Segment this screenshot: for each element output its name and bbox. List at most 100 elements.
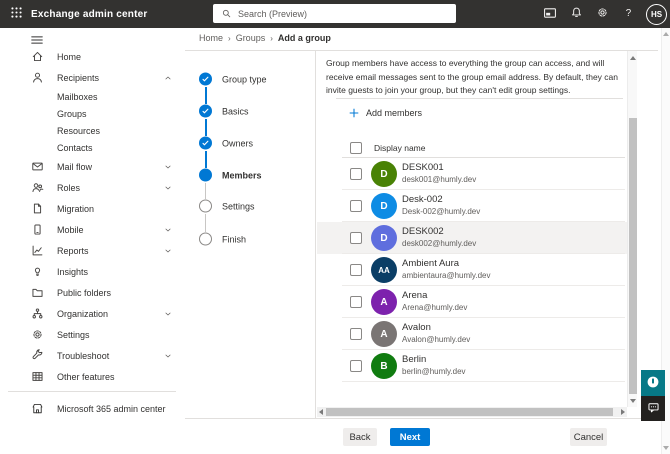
notifications-button[interactable] bbox=[568, 6, 584, 22]
sidebar-item-groups[interactable]: Groups bbox=[0, 105, 185, 122]
sidebar: Home Recipients Mailboxes Groups Resourc… bbox=[0, 28, 185, 454]
sidebar-item-label: Insights bbox=[57, 267, 88, 277]
panel-vertical-scrollbar[interactable] bbox=[627, 51, 637, 407]
cancel-label: Cancel bbox=[574, 432, 604, 443]
sidebar-item-label: Migration bbox=[57, 204, 94, 214]
members-table: Display name D DESK001 desk001@humly.dev… bbox=[317, 139, 627, 382]
sidebar-item-other-features[interactable]: Other features bbox=[0, 366, 185, 387]
row-checkbox[interactable] bbox=[350, 200, 362, 212]
sidebar-item-label: Troubleshoot bbox=[57, 351, 109, 361]
breadcrumb-item-home[interactable]: Home bbox=[199, 33, 223, 43]
row-checkbox[interactable] bbox=[350, 296, 362, 308]
person-icon bbox=[30, 71, 44, 84]
help-button[interactable]: ? bbox=[620, 6, 636, 22]
member-row[interactable]: D DESK001 desk001@humly.dev bbox=[317, 158, 627, 190]
sidebar-item-resources[interactable]: Resources bbox=[0, 122, 185, 139]
avatar: B bbox=[371, 353, 397, 379]
sidebar-item-contacts[interactable]: Contacts bbox=[0, 139, 185, 156]
sidebar-item-insights[interactable]: Insights bbox=[0, 261, 185, 282]
step-connector bbox=[205, 214, 206, 232]
picture-in-picture-icon bbox=[543, 6, 557, 23]
avatar: A bbox=[371, 321, 397, 347]
back-label: Back bbox=[349, 432, 370, 443]
sidebar-item-mailboxes[interactable]: Mailboxes bbox=[0, 88, 185, 105]
member-row[interactable]: A Avalon Avalon@humly.dev bbox=[317, 318, 627, 350]
next-button[interactable]: Next bbox=[390, 428, 430, 446]
row-checkbox[interactable] bbox=[350, 168, 362, 180]
row-checkbox[interactable] bbox=[350, 264, 362, 276]
wizard-step-group-type[interactable]: Group type bbox=[185, 73, 267, 86]
member-row[interactable]: A Arena Arena@humly.dev bbox=[317, 286, 627, 318]
step-connector bbox=[205, 119, 207, 136]
table-header-row: Display name bbox=[317, 139, 627, 158]
panel-horizontal-scrollbar[interactable] bbox=[317, 407, 627, 417]
sidebar-item-organization[interactable]: Organization bbox=[0, 303, 185, 324]
member-row[interactable]: AA Ambient Aura ambientaura@humly.dev bbox=[317, 254, 627, 286]
cancel-button[interactable]: Cancel bbox=[570, 428, 607, 446]
wizard-step-basics[interactable]: Basics bbox=[185, 105, 249, 118]
horizontal-scroll-thumb[interactable] bbox=[326, 408, 613, 416]
member-name: DESK001 bbox=[402, 162, 444, 173]
settings-button[interactable] bbox=[594, 6, 610, 22]
breadcrumb-separator: › bbox=[228, 34, 231, 43]
select-all-checkbox[interactable] bbox=[350, 142, 362, 154]
exchange-admin-center-window: Exchange admin center Search (Preview) ?… bbox=[0, 0, 670, 454]
home-icon bbox=[30, 50, 44, 63]
support-icon bbox=[645, 374, 661, 393]
whats-new-button[interactable] bbox=[542, 6, 558, 22]
help-widget-button[interactable] bbox=[641, 370, 665, 396]
wizard-step-owners[interactable]: Owners bbox=[185, 137, 253, 150]
sidebar-item-roles[interactable]: Roles bbox=[0, 177, 185, 198]
member-row[interactable]: B Berlin berlin@humly.dev bbox=[317, 350, 627, 382]
wizard-step-settings[interactable]: Settings bbox=[185, 200, 255, 213]
member-email: ambientaura@humly.dev bbox=[402, 271, 490, 280]
step-connector bbox=[205, 87, 207, 104]
member-row[interactable]: D DESK002 desk002@humly.dev bbox=[317, 222, 627, 254]
scroll-right-button[interactable] bbox=[621, 409, 625, 415]
scroll-down-button[interactable] bbox=[630, 399, 636, 403]
mobile-icon bbox=[30, 223, 44, 236]
sidebar-item-mobile[interactable]: Mobile bbox=[0, 219, 185, 240]
breadcrumb-item-add-a-group: Add a group bbox=[278, 33, 331, 43]
page-scroll-down-button[interactable] bbox=[663, 446, 669, 450]
scroll-left-button[interactable] bbox=[319, 409, 323, 415]
page-scroll-up-button[interactable] bbox=[663, 32, 669, 36]
column-header-display-name: Display name bbox=[374, 143, 426, 153]
vertical-scroll-thumb[interactable] bbox=[629, 118, 637, 394]
sidebar-item-migration[interactable]: Migration bbox=[0, 198, 185, 219]
sidebar-item-troubleshoot[interactable]: Troubleshoot bbox=[0, 345, 185, 366]
app-launcher-button[interactable] bbox=[2, 0, 30, 28]
folder-icon bbox=[30, 286, 44, 299]
sidebar-item-home[interactable]: Home bbox=[0, 46, 185, 67]
wizard-step-finish[interactable]: Finish bbox=[185, 233, 246, 246]
member-email: desk002@humly.dev bbox=[402, 239, 476, 248]
scroll-up-button[interactable] bbox=[630, 56, 636, 60]
step-label: Group type bbox=[222, 74, 267, 84]
search-input[interactable]: Search (Preview) bbox=[213, 4, 456, 23]
sidebar-item-m365-admin-center[interactable]: Microsoft 365 admin center bbox=[0, 398, 185, 419]
sidebar-item-label: Resources bbox=[57, 126, 100, 136]
sidebar-item-recipients[interactable]: Recipients bbox=[0, 67, 185, 88]
row-checkbox[interactable] bbox=[350, 232, 362, 244]
row-checkbox[interactable] bbox=[350, 328, 362, 340]
wizard-step-members[interactable]: Members bbox=[185, 169, 262, 182]
members-description: Group members have access to everything … bbox=[326, 57, 623, 98]
grid-icon bbox=[30, 370, 44, 383]
account-avatar[interactable]: HS bbox=[646, 4, 667, 25]
member-row[interactable]: D Desk-002 Desk-002@humly.dev bbox=[317, 190, 627, 222]
step-current-icon bbox=[199, 169, 212, 182]
search-icon bbox=[221, 8, 232, 19]
sidebar-item-public-folders[interactable]: Public folders bbox=[0, 282, 185, 303]
member-name: Avalon bbox=[402, 322, 431, 333]
back-button[interactable]: Back bbox=[343, 428, 377, 446]
breadcrumb-item-groups[interactable]: Groups bbox=[236, 33, 266, 43]
sidebar-item-label: Public folders bbox=[57, 288, 111, 298]
sidebar-item-mail-flow[interactable]: Mail flow bbox=[0, 156, 185, 177]
feedback-widget-button[interactable] bbox=[641, 396, 665, 421]
row-checkbox[interactable] bbox=[350, 360, 362, 372]
chevron-up-icon bbox=[163, 73, 173, 83]
sidebar-item-settings[interactable]: Settings bbox=[0, 324, 185, 345]
add-members-button[interactable]: Add members bbox=[348, 103, 422, 123]
sidebar-item-reports[interactable]: Reports bbox=[0, 240, 185, 261]
avatar-initials: HS bbox=[651, 10, 662, 19]
